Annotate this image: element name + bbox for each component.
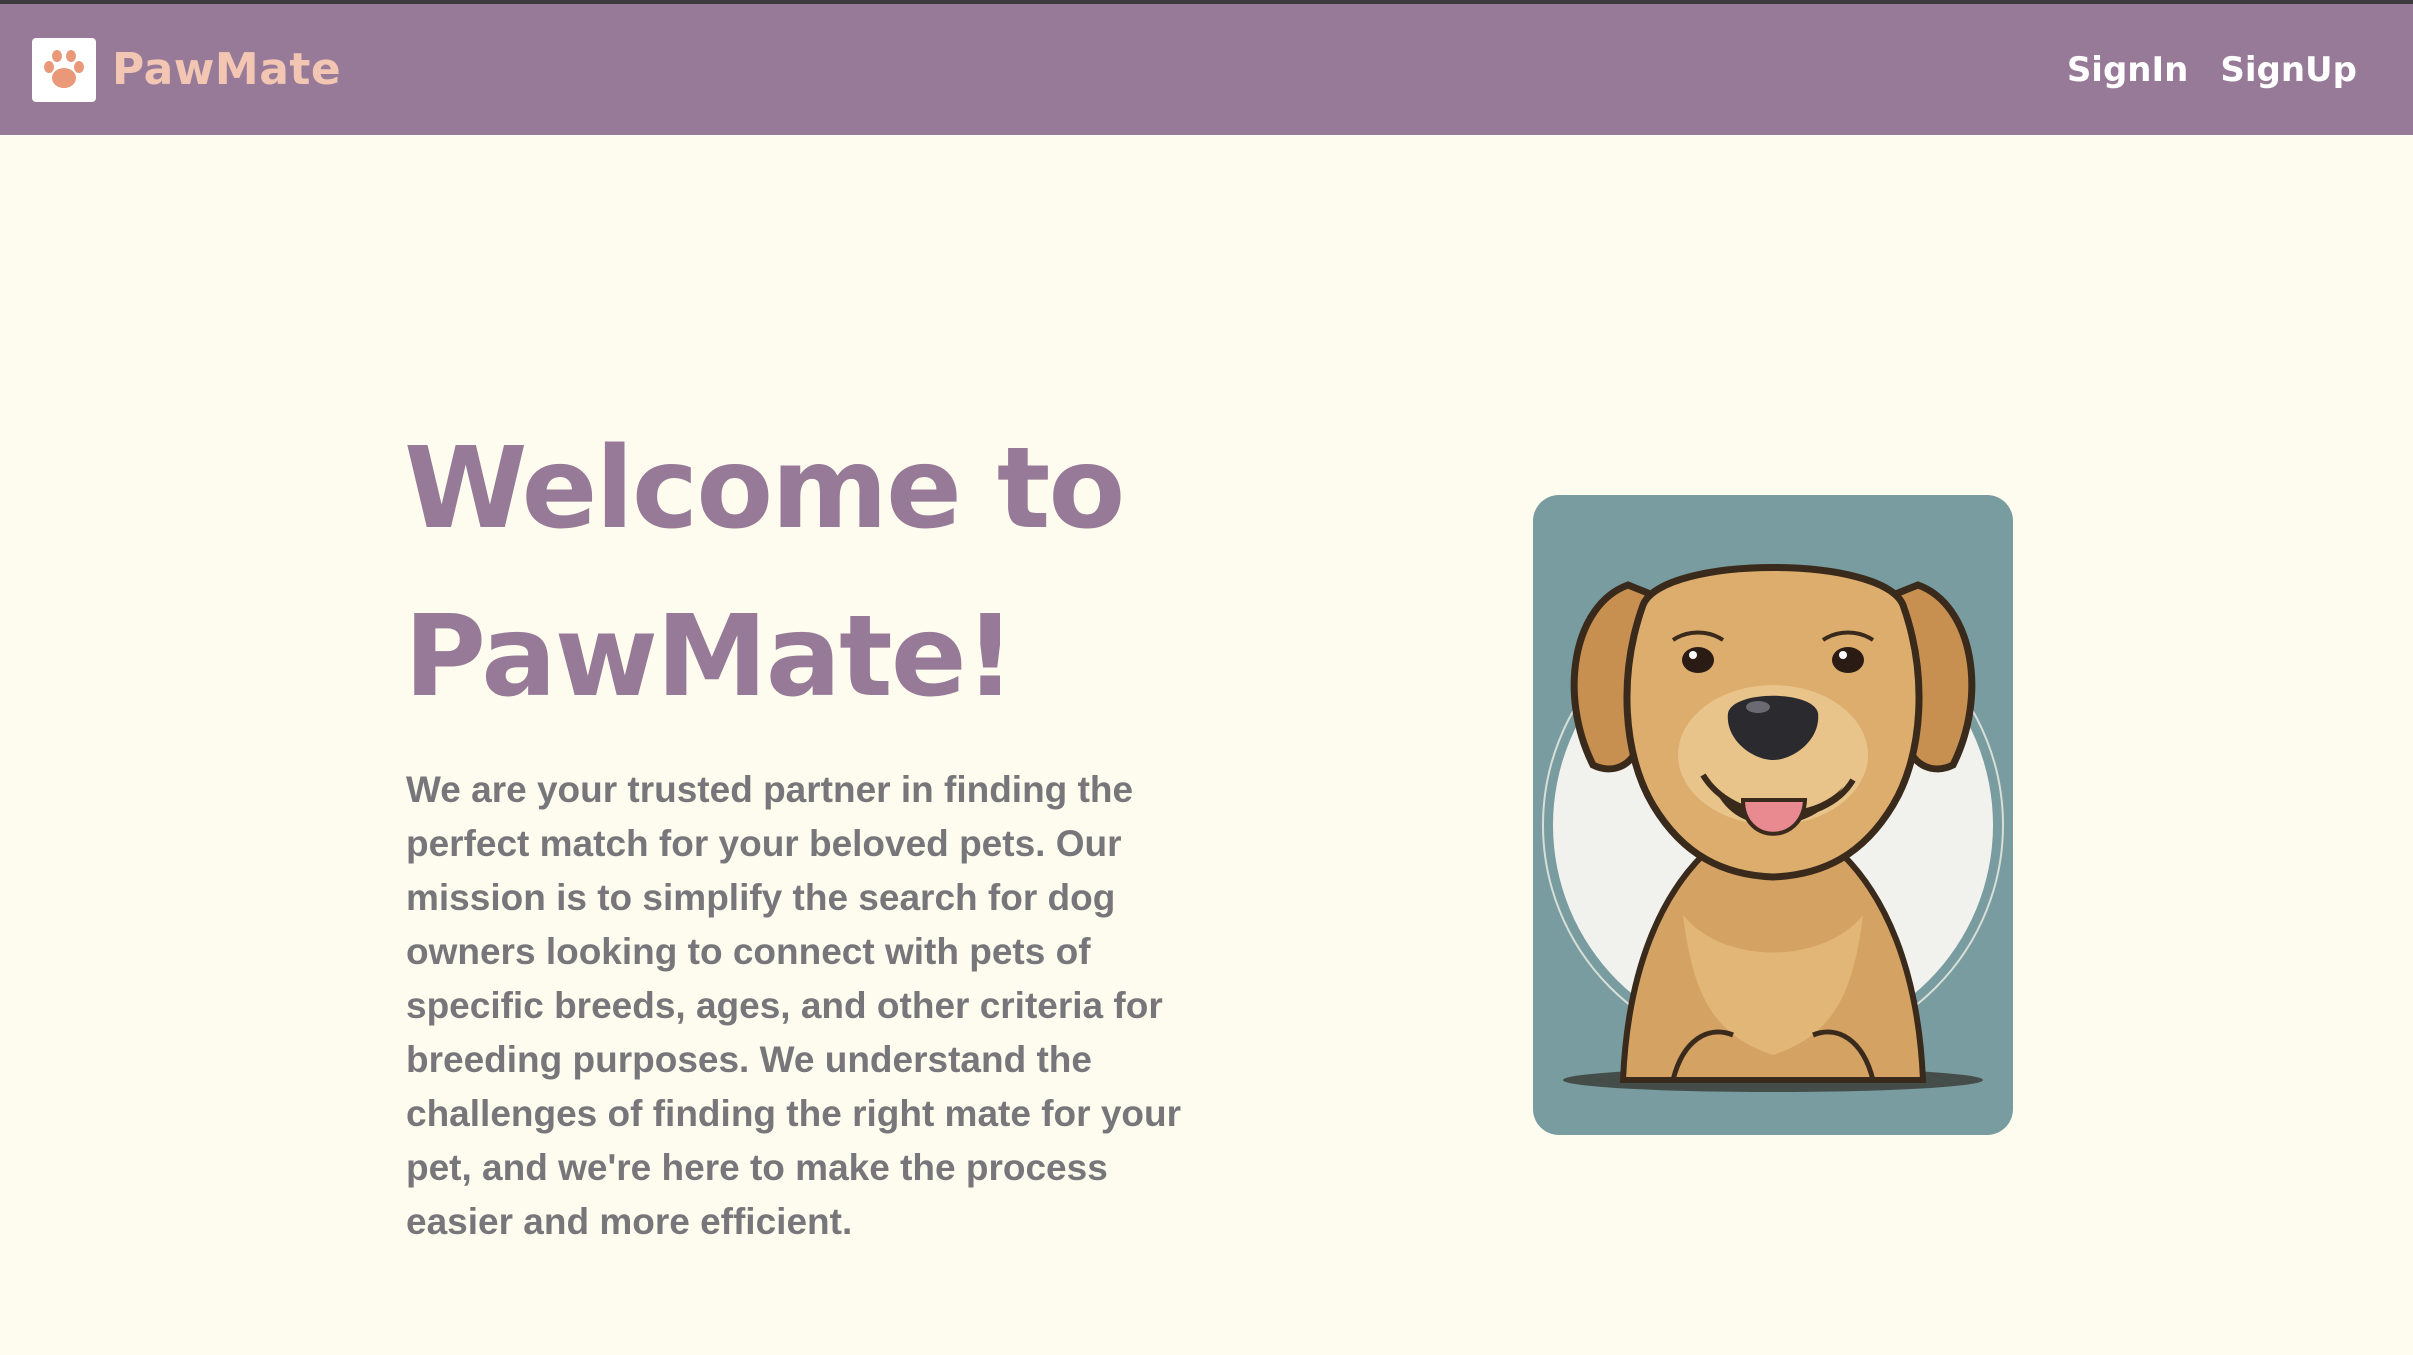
paw-icon: [32, 37, 96, 102]
dog-illustration-card: [1533, 495, 2013, 1135]
nav-links: SignIn SignUp: [2067, 50, 2357, 90]
hero-title: Welcome to PawMate!: [404, 405, 1304, 741]
signin-link[interactable]: SignIn: [2067, 50, 2189, 90]
hero-title-line1: Welcome to: [404, 424, 1125, 554]
navbar: PawMate SignIn SignUp: [0, 4, 2413, 135]
hero-description: We are your trusted partner in finding t…: [406, 769, 1181, 1242]
dog-illustration: [1542, 564, 2004, 1092]
signup-link[interactable]: SignUp: [2220, 50, 2357, 90]
brand-link[interactable]: PawMate: [32, 37, 342, 102]
hero-title-line2: PawMate!: [404, 592, 1016, 722]
brand-name: PawMate: [112, 44, 342, 95]
